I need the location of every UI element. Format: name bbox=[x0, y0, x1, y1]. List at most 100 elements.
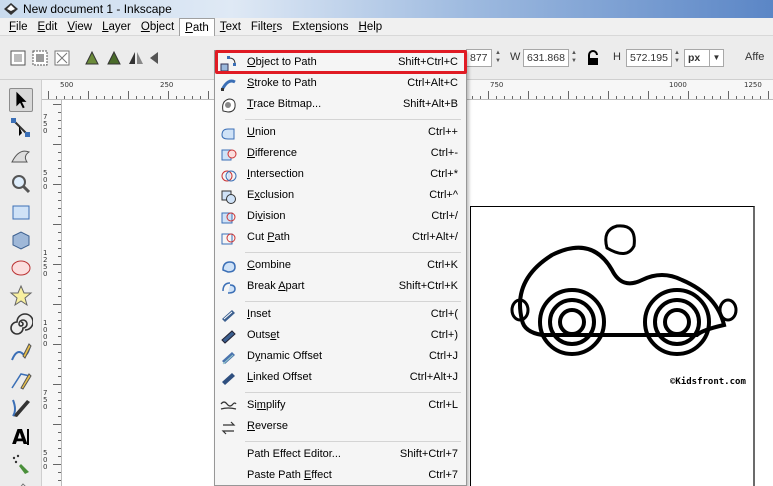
menu-item-label: Division bbox=[247, 210, 286, 222]
menu-item-simplify[interactable]: Simplify Ctrl+L bbox=[215, 396, 466, 417]
menu-item-combine[interactable]: Combine Ctrl+K bbox=[215, 256, 466, 277]
menu-item-linked-offset[interactable]: Linked Offset Ctrl+Alt+J bbox=[215, 368, 466, 389]
menu-path[interactable]: Path bbox=[179, 17, 215, 36]
menu-layer[interactable]: Layer bbox=[97, 18, 136, 36]
menu-item-label: Outset bbox=[247, 329, 280, 341]
lock-ratio-icon[interactable] bbox=[584, 49, 602, 67]
union-icon bbox=[221, 128, 235, 140]
menu-item-label: Stroke to Path bbox=[247, 77, 317, 89]
flip-vertical-icon[interactable] bbox=[148, 48, 168, 68]
height-field[interactable]: 572.195 bbox=[626, 49, 672, 67]
menu-item-paste-path-effect[interactable]: Paste Path Effect Ctrl+7 bbox=[215, 466, 466, 485]
simplify-icon bbox=[220, 401, 237, 410]
spiral-tool-icon[interactable] bbox=[9, 312, 33, 336]
zoom-tool-icon[interactable] bbox=[9, 172, 33, 196]
node-tool-icon[interactable] bbox=[9, 116, 33, 140]
flip-horizontal-icon[interactable] bbox=[126, 48, 146, 68]
menu-item-difference[interactable]: Difference Ctrl+- bbox=[215, 144, 466, 165]
calligraphy-tool-icon[interactable] bbox=[9, 396, 33, 420]
ruler-h-label: 1000 bbox=[669, 81, 687, 89]
reverse-icon bbox=[221, 421, 236, 435]
eraser-tool-icon[interactable] bbox=[9, 480, 33, 486]
menu-item-label: Inset bbox=[247, 308, 271, 320]
menu-object[interactable]: Object bbox=[136, 18, 179, 36]
3d-box-tool-icon[interactable] bbox=[9, 228, 33, 252]
menu-extensions[interactable]: Extensions bbox=[287, 18, 353, 36]
ellipse-tool-icon[interactable] bbox=[9, 256, 33, 280]
select-all-layers-icon[interactable] bbox=[30, 48, 50, 68]
width-field[interactable]: 631.868 bbox=[523, 49, 569, 67]
height-spinner[interactable]: ▲ ▼ bbox=[673, 49, 681, 67]
trace-bitmap-icon bbox=[222, 98, 236, 113]
menu-item-shortcut: Ctrl+J bbox=[428, 350, 458, 362]
menu-item-exclusion[interactable]: Exclusion Ctrl+^ bbox=[215, 186, 466, 207]
x-field[interactable]: 877 bbox=[466, 49, 492, 67]
menu-item-union[interactable]: Union Ctrl++ bbox=[215, 123, 466, 144]
menu-item-trace-bitmap[interactable]: Trace Bitmap... Shift+Alt+B bbox=[215, 95, 466, 116]
menu-item-shortcut: Ctrl+* bbox=[430, 168, 458, 180]
menu-item-shortcut: Shift+Alt+B bbox=[402, 98, 458, 110]
menu-item-cut-path[interactable]: Cut Path Ctrl+Alt+/ bbox=[215, 228, 466, 249]
menu-view[interactable]: View bbox=[62, 18, 97, 36]
menu-edit[interactable]: Edit bbox=[33, 18, 63, 36]
ruler-v-label: 750 bbox=[43, 389, 48, 411]
menu-item-intersection[interactable]: Intersection Ctrl+* bbox=[215, 165, 466, 186]
pen-tool-icon[interactable] bbox=[9, 368, 33, 392]
menu-item-dynamic-offset[interactable]: Dynamic Offset Ctrl+J bbox=[215, 347, 466, 368]
rotate-ccw-icon[interactable] bbox=[82, 48, 102, 68]
menu-item-label: Intersection bbox=[247, 168, 304, 180]
menu-item-stroke-to-path[interactable]: Stroke to Path Ctrl+Alt+C bbox=[215, 74, 466, 95]
pencil-tool-icon[interactable] bbox=[9, 340, 33, 364]
menu-item-division[interactable]: Division Ctrl+/ bbox=[215, 207, 466, 228]
selector-tool-icon[interactable] bbox=[9, 88, 33, 112]
menu-file[interactable]: File bbox=[4, 18, 33, 36]
inset-icon bbox=[222, 310, 235, 322]
x-spinner[interactable]: ▲ ▼ bbox=[494, 49, 502, 67]
menu-text[interactable]: Text bbox=[215, 18, 246, 36]
division-icon bbox=[221, 212, 236, 224]
rotate-cw-icon[interactable] bbox=[104, 48, 124, 68]
menu-item-shortcut: Ctrl+Alt+C bbox=[407, 77, 458, 89]
menu-item-path-effect-editor[interactable]: Path Effect Editor... Shift+Ctrl+7 bbox=[215, 445, 466, 466]
menu-item-shortcut: Shift+Ctrl+7 bbox=[399, 448, 458, 460]
spray-tool-icon[interactable] bbox=[9, 452, 33, 476]
rectangle-tool-icon[interactable] bbox=[9, 200, 33, 224]
unit-select[interactable]: px ▼ bbox=[684, 49, 724, 67]
deselect-icon[interactable] bbox=[52, 48, 72, 68]
outset-icon bbox=[221, 330, 236, 344]
car-drawing[interactable] bbox=[502, 210, 742, 390]
ruler-v-label: 1250 bbox=[43, 249, 48, 278]
menu-item-label: Paste Path Effect bbox=[247, 469, 332, 481]
menu-filters[interactable]: Filters bbox=[246, 18, 287, 36]
menu-item-outset[interactable]: Outset Ctrl+) bbox=[215, 326, 466, 347]
text-tool-icon[interactable]: A bbox=[9, 424, 33, 448]
ruler-v-label: 750 bbox=[43, 113, 48, 135]
menu-item-shortcut: Ctrl+( bbox=[430, 308, 458, 320]
menu-item-shortcut: Ctrl+K bbox=[427, 259, 458, 271]
menu-separator bbox=[245, 119, 461, 120]
menu-item-label: Difference bbox=[247, 147, 297, 159]
menu-item-shortcut: Ctrl+L bbox=[428, 399, 458, 411]
menu-item-shortcut: Shift+Ctrl+K bbox=[398, 280, 458, 292]
menu-separator bbox=[245, 392, 461, 393]
tweak-tool-icon[interactable] bbox=[9, 144, 33, 168]
menu-help[interactable]: Help bbox=[354, 18, 388, 36]
menu-item-shortcut: Ctrl+Alt+/ bbox=[412, 231, 458, 243]
menu-item-label: Simplify bbox=[247, 399, 286, 411]
stroke-to-path-icon bbox=[220, 79, 236, 91]
menu-item-label: Trace Bitmap... bbox=[247, 98, 322, 110]
select-all-icon[interactable] bbox=[8, 48, 28, 68]
menu-item-reverse[interactable]: Reverse bbox=[215, 417, 466, 438]
highlight-annotation bbox=[215, 50, 467, 74]
width-spinner[interactable]: ▲ ▼ bbox=[570, 49, 578, 67]
copyright-text: ©Kidsfront.com bbox=[670, 377, 746, 387]
menu-separator bbox=[245, 301, 461, 302]
affect-label: Affe bbox=[745, 51, 765, 63]
star-tool-icon[interactable] bbox=[9, 284, 33, 308]
inkscape-logo-icon bbox=[4, 3, 18, 15]
menu-item-inset[interactable]: Inset Ctrl+( bbox=[215, 305, 466, 326]
ruler-h-label: 500 bbox=[60, 81, 74, 89]
combine-icon bbox=[222, 261, 236, 273]
vertical-ruler[interactable]: 750 500 1250 1000 750 500 bbox=[42, 100, 62, 486]
menu-item-break-apart[interactable]: Break Apart Shift+Ctrl+K bbox=[215, 277, 466, 298]
